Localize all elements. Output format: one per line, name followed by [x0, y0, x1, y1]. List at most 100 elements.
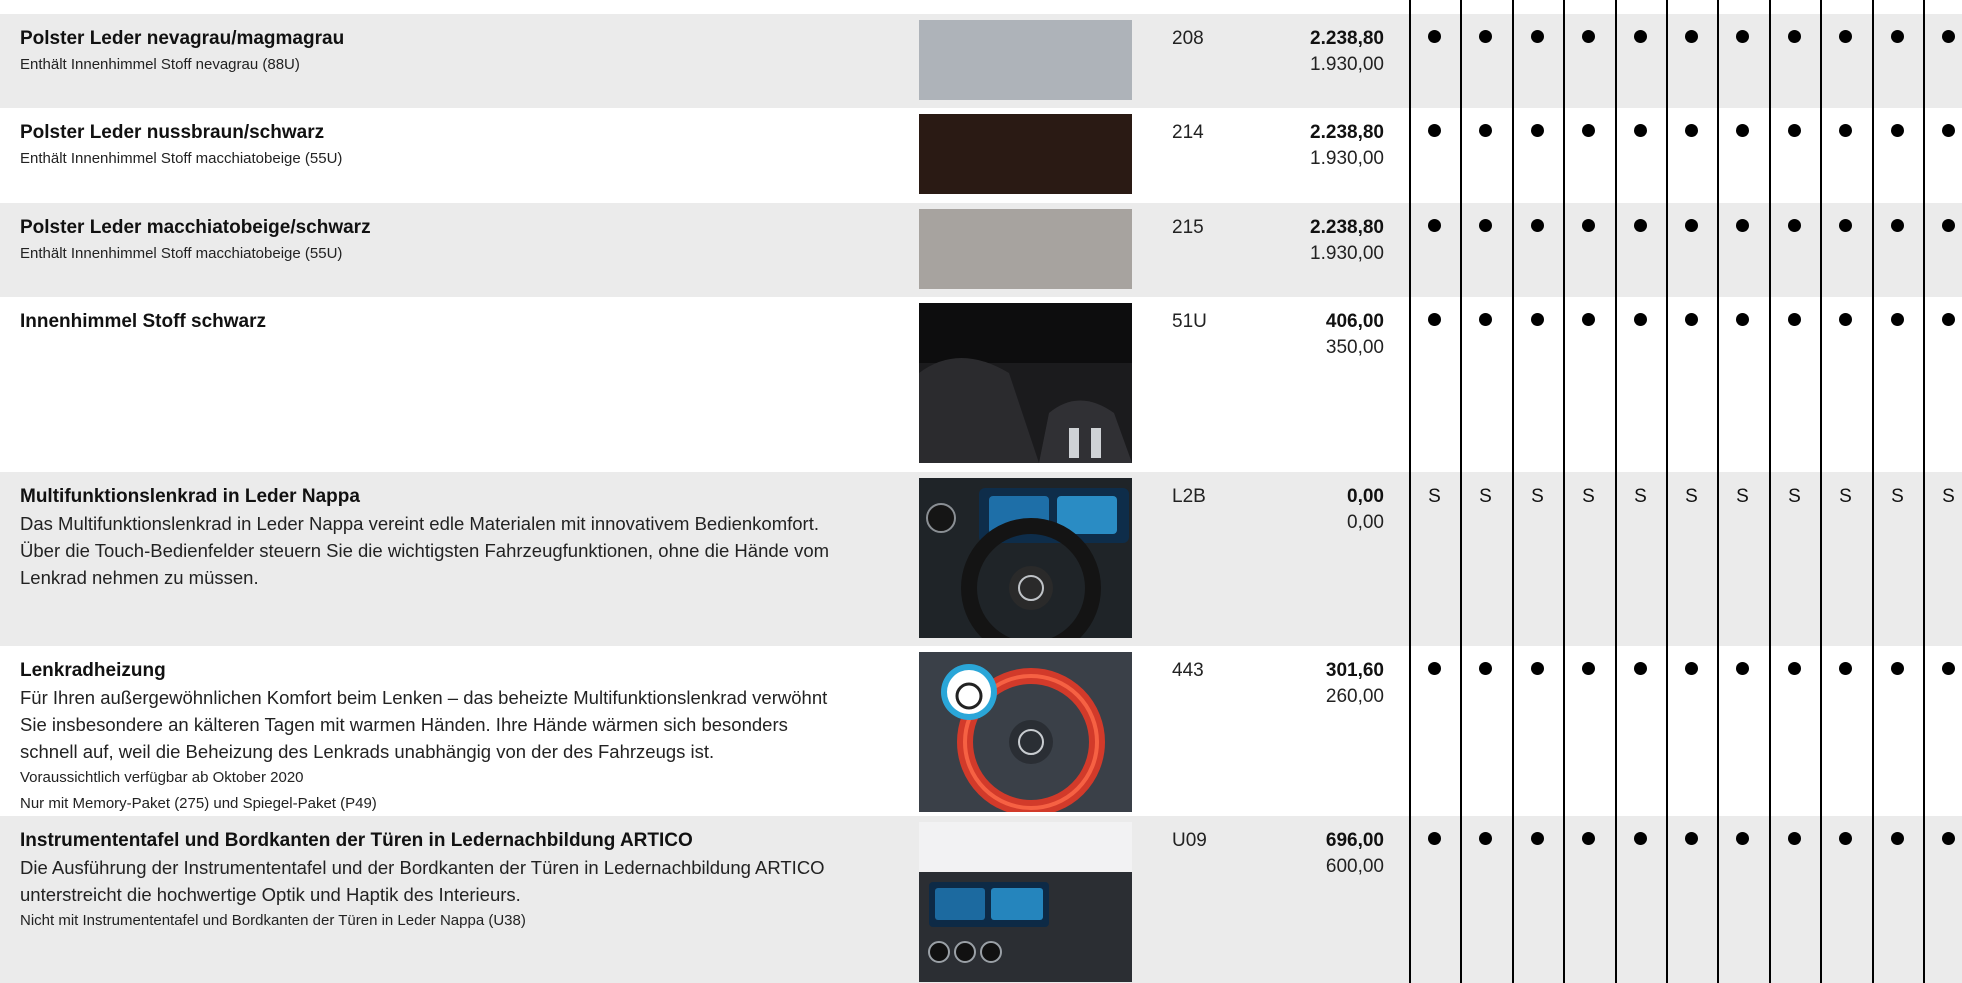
option-note: Enthält Innenhimmel Stoff macchiatobeige…: [20, 150, 343, 167]
dot-icon: [1634, 313, 1647, 327]
dot-icon: [1736, 832, 1749, 846]
availability-dot: [1460, 309, 1511, 335]
price-gross: 2.238,80: [1310, 28, 1384, 49]
dot-icon: [1788, 313, 1801, 327]
option-title: Multifunktionslenkrad in Leder Nappa: [20, 486, 360, 507]
availability-dot: [1512, 26, 1563, 52]
upholstery-swatch-beige: [919, 209, 1132, 289]
dot-icon: [1891, 832, 1904, 846]
heated-steering-wheel-photo: [919, 652, 1132, 812]
dot-icon: [1942, 219, 1955, 233]
price-gross: 2.238,80: [1310, 122, 1384, 143]
availability-dot: [1717, 120, 1768, 146]
price-net: 0,00: [1347, 512, 1384, 533]
dot-icon: [1685, 832, 1698, 846]
option-description-line: Lenkrad nehmen zu müssen.: [20, 567, 259, 588]
option-title: Instrumententafel und Bordkanten der Tür…: [20, 830, 693, 851]
availability-dot: [1615, 309, 1666, 335]
dot-icon: [1479, 219, 1492, 233]
column-divider: [1615, 0, 1617, 983]
upholstery-swatch-grey: [919, 20, 1132, 100]
availability-dot: [1563, 26, 1614, 52]
dot-icon: [1788, 662, 1801, 676]
availability-dot: [1512, 215, 1563, 241]
dot-icon: [1891, 124, 1904, 138]
option-price: 2.238,80 1.930,00: [1310, 120, 1384, 172]
dot-icon: [1428, 124, 1441, 138]
dot-icon: [1788, 219, 1801, 233]
availability-dot: [1409, 828, 1460, 854]
standard-marker: S: [1942, 486, 1955, 507]
column-divider: [1460, 0, 1462, 983]
option-note: Nur mit Memory-Paket (275) und Spiegel-P…: [20, 795, 377, 812]
availability-dot: [1923, 828, 1962, 854]
dot-icon: [1531, 124, 1544, 138]
dashboard-photo: [919, 822, 1132, 982]
availability-dot: [1923, 26, 1962, 52]
column-divider: [1563, 0, 1565, 983]
dot-icon: [1942, 313, 1955, 327]
column-divider: [1409, 0, 1411, 983]
dot-icon: [1736, 124, 1749, 138]
dot-icon: [1582, 313, 1595, 327]
dot-icon: [1479, 124, 1492, 138]
dot-icon: [1685, 313, 1698, 327]
option-image: [919, 822, 1132, 982]
dot-icon: [1788, 832, 1801, 846]
option-image: [919, 303, 1132, 463]
availability-dot: [1872, 26, 1923, 52]
availability-dot: [1923, 309, 1962, 335]
dot-icon: [1788, 30, 1801, 44]
dot-icon: [1531, 832, 1544, 846]
availability-dot: [1820, 215, 1871, 241]
dot-icon: [1479, 832, 1492, 846]
availability-dot: [1872, 828, 1923, 854]
option-text: Instrumententafel und Bordkanten der Tür…: [20, 828, 900, 934]
option-price: 696,00 600,00: [1326, 828, 1384, 880]
standard-marker: S: [1479, 486, 1492, 507]
availability-dot: [1460, 26, 1511, 52]
availability-dot: [1409, 658, 1460, 684]
availability-dot: [1666, 828, 1717, 854]
availability-dot: [1820, 658, 1871, 684]
option-description-line: schnell auf, weil die Beheizung des Lenk…: [20, 741, 715, 762]
upholstery-swatch-brown: [919, 114, 1132, 194]
option-price: 2.238,80 1.930,00: [1310, 26, 1384, 78]
dot-icon: [1839, 30, 1852, 44]
dot-icon: [1839, 313, 1852, 327]
availability-dot: [1872, 309, 1923, 335]
availability-dot: [1820, 120, 1871, 146]
price-net: 1.930,00: [1310, 148, 1384, 169]
dot-icon: [1891, 30, 1904, 44]
dot-icon: [1685, 219, 1698, 233]
option-note: Enthält Innenhimmel Stoff macchiatobeige…: [20, 245, 343, 262]
dot-icon: [1634, 219, 1647, 233]
standard-marker: S: [1788, 486, 1801, 507]
availability-dot: [1512, 828, 1563, 854]
dot-icon: [1634, 832, 1647, 846]
availability-dot: [1615, 828, 1666, 854]
dot-icon: [1685, 124, 1698, 138]
availability-dot: [1409, 309, 1460, 335]
option-title: Polster Leder nevagrau/magmagrau: [20, 28, 345, 49]
availability-dot: [1666, 215, 1717, 241]
availability-dot: [1615, 26, 1666, 52]
dot-icon: [1479, 30, 1492, 44]
option-code: 214: [1172, 122, 1204, 143]
option-description-line: Über die Touch-Bedienfelder steuern Sie …: [20, 540, 830, 561]
option-note: Nicht mit Instrumententafel und Bordkant…: [20, 912, 526, 929]
option-code: L2B: [1172, 486, 1206, 507]
availability-dot: [1615, 120, 1666, 146]
option-text: Lenkradheizung Für Ihren außergewöhnliche…: [20, 658, 900, 817]
availability-dot: [1820, 26, 1871, 52]
option-image: [919, 478, 1132, 638]
dot-icon: [1428, 219, 1441, 233]
option-price: 0,00 0,00: [1347, 484, 1384, 536]
column-divider: [1769, 0, 1771, 983]
availability-dot: [1666, 120, 1717, 146]
availability-dot: [1872, 120, 1923, 146]
dot-icon: [1582, 30, 1595, 44]
column-divider: [1717, 0, 1719, 983]
dot-icon: [1634, 662, 1647, 676]
availability-dot: [1563, 309, 1614, 335]
